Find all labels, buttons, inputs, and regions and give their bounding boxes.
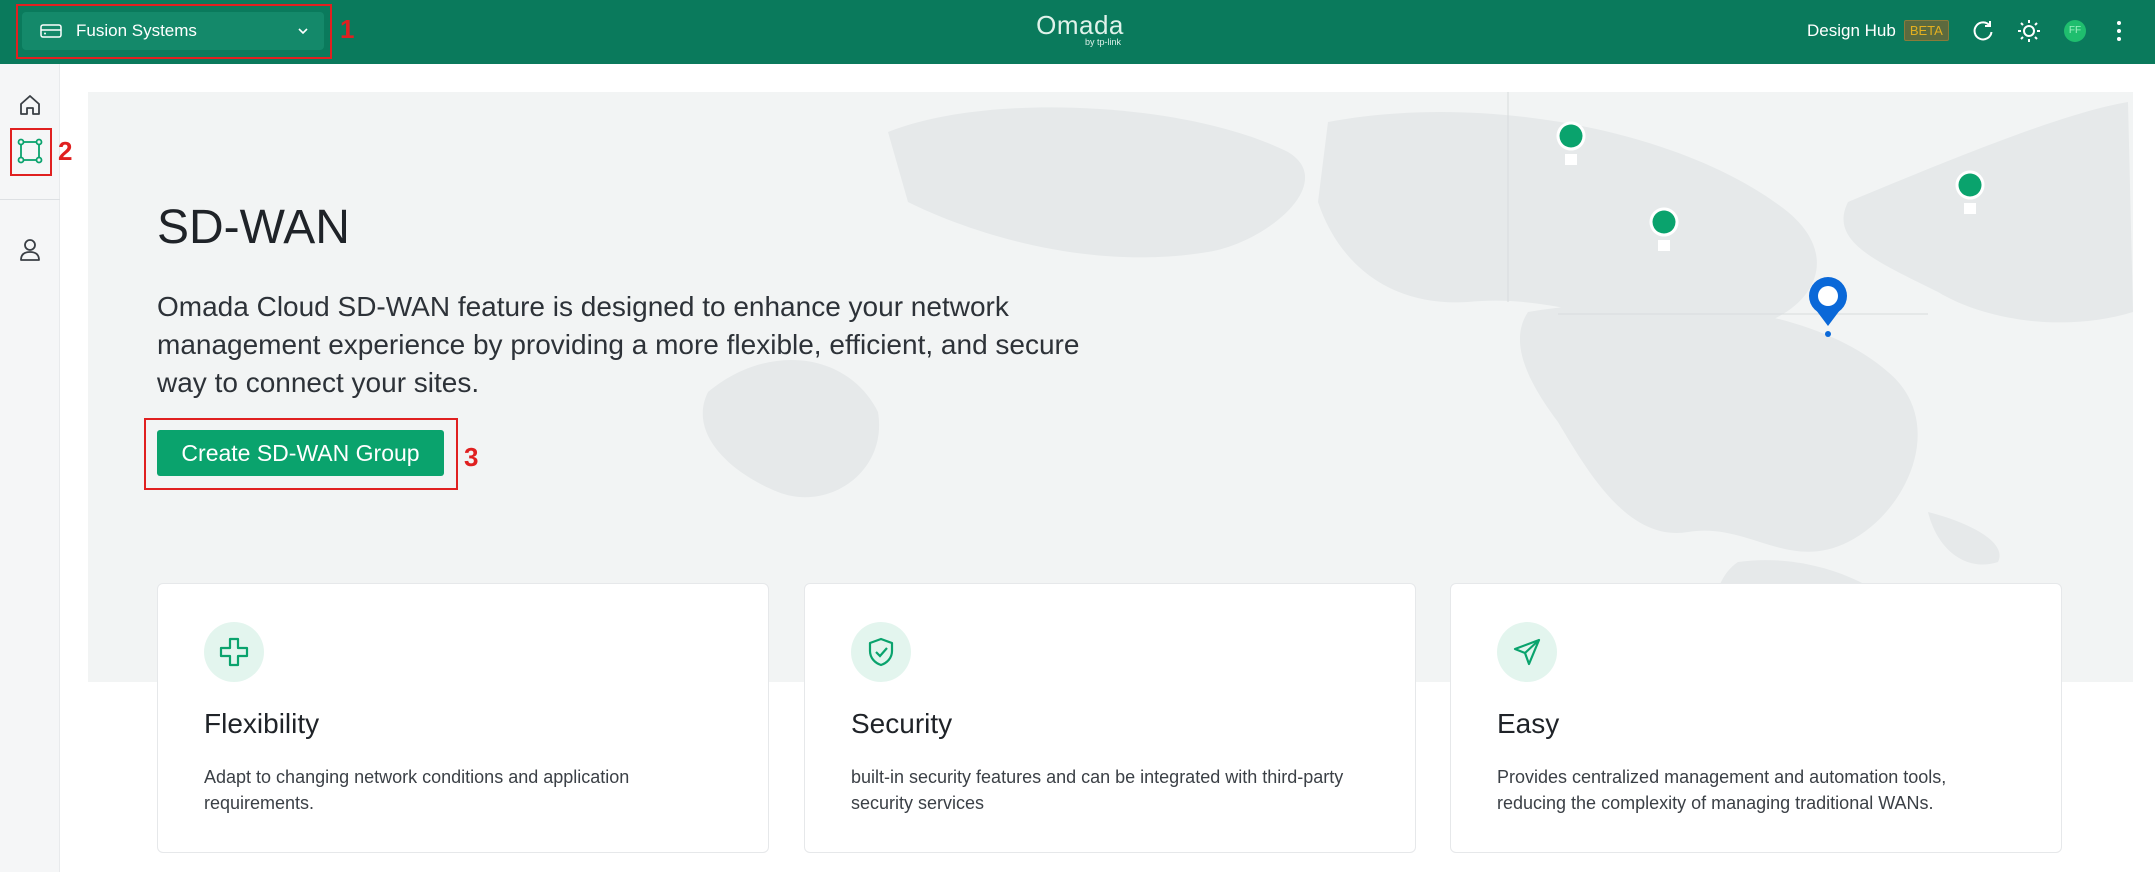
card-title: Security [851,708,953,739]
page-description: Omada Cloud SD-WAN feature is designed t… [157,291,1080,398]
flexibility-icon-wrap [204,622,264,682]
omada-logo: Omada by tp-link [1035,10,1125,47]
location-pin-blue [1809,277,1847,337]
user-icon [20,239,40,261]
design-hub-label: Design Hub [1807,20,1896,40]
annotation-box-2 [10,128,52,176]
home-icon [20,95,40,115]
refresh-icon[interactable] [1970,18,1996,44]
annotation-number-1: 1 [340,14,355,44]
easy-icon-wrap [1497,622,1557,682]
sidebar-divider [0,199,60,200]
design-hub-link[interactable]: Design Hub BETA [1807,20,1949,41]
annotation-box-1 [16,4,332,59]
security-icon-wrap [851,622,911,682]
annotation-box-3 [144,418,458,490]
flexibility-icon [219,637,249,667]
shield-check-icon [868,637,894,667]
card-text: built-in security features and can be in… [851,767,1344,813]
sidebar-item-account[interactable] [15,235,45,265]
annotation-number-2: 2 [58,136,73,166]
card-text: Provides centralized management and auto… [1497,767,1947,813]
feature-card-flexibility: Flexibility Adapt to changing network co… [157,583,769,853]
send-arrow-icon [1513,638,1541,666]
avatar[interactable]: FF [2064,20,2086,42]
sidebar [0,64,60,872]
sidebar-item-home[interactable] [15,90,45,120]
annotation-number-3: 3 [464,442,479,472]
card-title: Easy [1497,708,1560,739]
page-title: SD-WAN [157,201,350,254]
card-title: Flexibility [204,708,320,739]
feature-card-security: Security built-in security features and … [804,583,1416,853]
card-text: Adapt to changing network conditions and… [204,767,630,813]
feature-card-easy: Easy Provides centralized management and… [1450,583,2062,853]
theme-sun-icon[interactable] [2016,18,2042,44]
beta-badge: BETA [1903,20,1949,41]
more-vertical-icon[interactable] [2106,18,2132,44]
